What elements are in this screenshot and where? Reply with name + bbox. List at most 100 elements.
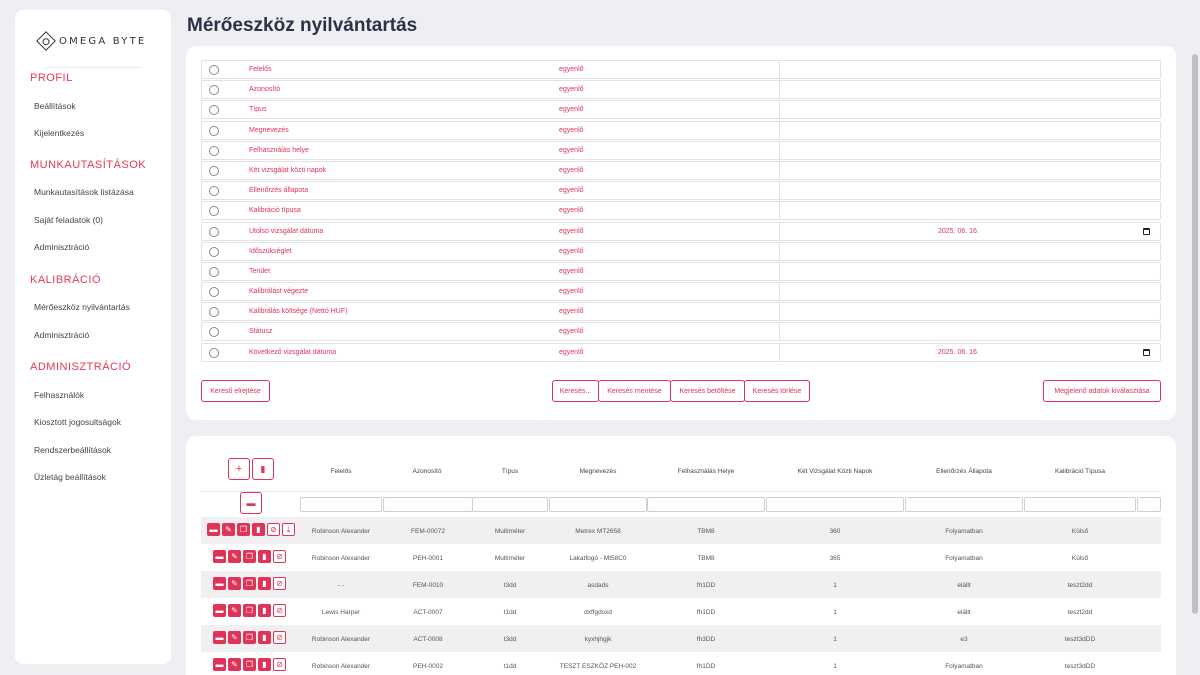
nav-item-logout[interactable]: Kijelentkezés [34,128,84,138]
filter-row[interactable]: Felelős egyenlő [201,60,1161,79]
select-columns-button[interactable]: Megjelenő adatok kiválasztása [1043,380,1161,402]
filter-row[interactable]: Kalibrálás költsége (Nettó HUF) egyenlő [201,302,1161,322]
filter-input-name[interactable] [549,497,647,512]
column-header-id[interactable]: Azonosító [384,468,470,475]
filter-radio[interactable] [209,246,219,257]
edit-button[interactable]: ✎ [228,604,241,617]
filter-operator[interactable]: egyenlő [559,106,584,113]
nav-item-users[interactable]: Felhasználók [34,390,84,400]
edit-button[interactable]: ✎ [228,550,241,563]
table-row[interactable]: ▬ ✎ ❐ ▮ ⊘ - - FEM-0010 t3dd asdads fh1DD 1 elállt te… [201,571,1161,598]
filter-row[interactable]: Kalibráció típusa egyenlő [201,201,1161,221]
nav-item-work-orders-admin[interactable]: Adminisztráció [34,242,89,252]
document-button[interactable]: ▮ [258,550,271,563]
edit-button[interactable]: ✎ [228,577,241,590]
clear-filters-button[interactable]: ▬ [240,492,262,514]
hide-search-button[interactable]: Kereső elrejtése [201,380,270,402]
filter-row[interactable]: Felhasználás helye egyenlő [201,140,1161,160]
filter-input-type[interactable] [472,497,548,512]
block-button[interactable]: ⊘ [267,523,280,536]
edit-button[interactable]: ✎ [222,523,235,536]
folder-button[interactable]: ▬ [213,577,226,590]
edit-button[interactable]: ✎ [228,658,241,671]
block-button[interactable]: ⊘ [273,631,286,644]
table-row[interactable]: ▬ ✎ ❐ ▮ ⊘ ⤓ Robinson Alexander FEM-00072 Multimé… [201,517,1161,544]
nav-item-business-settings[interactable]: Üzletág beállítások [34,472,106,482]
table-row[interactable]: ▬ ✎ ❐ ▮ ⊘ Lewis Harper ACT-0007 t1dd dxffgdsxd fh… [201,598,1161,625]
column-header-name[interactable]: Megnevezés [549,468,647,475]
calendar-icon[interactable] [1143,348,1150,356]
filter-operator[interactable]: egyenlő [559,268,584,275]
column-header-type[interactable]: Típus [472,468,548,475]
block-button[interactable]: ⊘ [273,577,286,590]
nav-item-instrument-registry[interactable]: Mérőeszköz nyilvántartás [34,302,130,312]
folder-button[interactable]: ▬ [207,523,220,536]
filter-radio[interactable] [209,347,219,358]
nav-item-permissions[interactable]: Kiosztott jogosultságok [34,417,121,427]
filter-operator[interactable]: egyenlő [559,66,584,73]
filter-operator[interactable]: egyenlő [559,167,584,174]
block-button[interactable]: ⊘ [273,550,286,563]
document-button[interactable]: ▮ [258,658,271,671]
nav-item-calibration-admin[interactable]: Adminisztráció [34,330,89,340]
load-search-button[interactable]: Keresés betöltése [670,380,745,402]
filter-radio[interactable] [209,145,219,156]
table-row[interactable]: ▬ ✎ ❐ ▮ ⊘ Robinson Alexander PEH-0001 Multiméte… [201,544,1161,571]
filter-date-value[interactable]: 2025. 06. 16. [938,228,979,235]
add-button[interactable]: + [228,458,250,480]
document-button[interactable]: ▮ [258,631,271,644]
filter-operator[interactable]: egyenlő [559,228,584,235]
filter-input-check-status[interactable] [905,497,1023,512]
filter-row[interactable]: Következő vizsgálat dátuma egyenlő 2025. 0… [201,342,1161,362]
copy-button[interactable]: ❐ [237,523,250,536]
column-header-responsible[interactable]: Felelős [301,468,381,475]
filter-row[interactable]: Terület egyenlő [201,261,1161,281]
filter-operator[interactable]: egyenlő [559,86,584,93]
page-scrollbar[interactable] [1192,54,1198,614]
edit-button[interactable]: ✎ [228,631,241,644]
filter-row[interactable]: Ellenőrzés állapota egyenlő [201,181,1161,201]
copy-button[interactable]: ❐ [243,604,256,617]
filter-operator[interactable]: egyenlő [559,147,584,154]
filter-operator[interactable]: egyenlő [559,288,584,295]
filter-row[interactable]: Megnevezés egyenlő [201,120,1161,140]
save-search-button[interactable]: Keresés mentése [598,380,671,402]
filter-operator[interactable]: egyenlő [559,127,584,134]
nav-item-work-orders-list[interactable]: Munkautasítások listázása [34,187,134,197]
filter-radio[interactable] [209,186,219,197]
filter-operator[interactable]: egyenlő [559,349,584,356]
column-header-interval-days[interactable]: Két Vizsgálat Közti Napok [766,468,904,475]
nav-item-own-tasks[interactable]: Saját feladatok (0) [34,215,103,225]
filter-row[interactable]: Időszükséglet egyenlő [201,241,1161,261]
filter-operator[interactable]: egyenlő [559,308,584,315]
filter-operator[interactable]: egyenlő [559,207,584,214]
filter-input-responsible[interactable] [300,497,382,512]
block-button[interactable]: ⊘ [273,604,286,617]
filter-input-interval-days[interactable] [766,497,904,512]
column-header-location[interactable]: Felhasználás Helye [647,468,765,475]
nav-item-settings[interactable]: Beállítások [34,101,76,111]
filter-operator[interactable]: egyenlő [559,187,584,194]
folder-button[interactable]: ▬ [213,550,226,563]
table-row[interactable]: ▬ ✎ ❐ ▮ ⊘ Robinson Alexander ACT-0008 t3dd kyxhj… [201,625,1161,652]
folder-button[interactable]: ▬ [213,631,226,644]
document-button[interactable]: ▮ [252,523,265,536]
search-button[interactable]: Keresés... [552,380,599,402]
filter-row[interactable]: Kalibrálást végezte egyenlő [201,282,1161,302]
filter-radio[interactable] [209,85,219,96]
copy-button[interactable]: ❐ [243,631,256,644]
filter-radio[interactable] [209,206,219,217]
column-header-calibration-type[interactable]: Kalibráció Típusa [1024,468,1136,475]
copy-button[interactable]: ❐ [243,577,256,590]
download-button[interactable]: ⤓ [282,523,295,536]
filter-input-calibration-type[interactable] [1024,497,1136,512]
document-button[interactable]: ▮ [258,604,271,617]
filter-operator[interactable]: egyenlő [559,328,584,335]
copy-button[interactable]: ❐ [243,550,256,563]
filter-row[interactable]: Státusz egyenlő [201,322,1161,342]
export-button[interactable]: ▮ [252,458,274,480]
table-row[interactable]: ▬ ✎ ❐ ▮ ⊘ Robinson Alexander PEH-0002 t1dd TESZT… [201,652,1161,675]
filter-radio[interactable] [209,327,219,338]
filter-radio[interactable] [209,307,219,318]
copy-button[interactable]: ❐ [243,658,256,671]
